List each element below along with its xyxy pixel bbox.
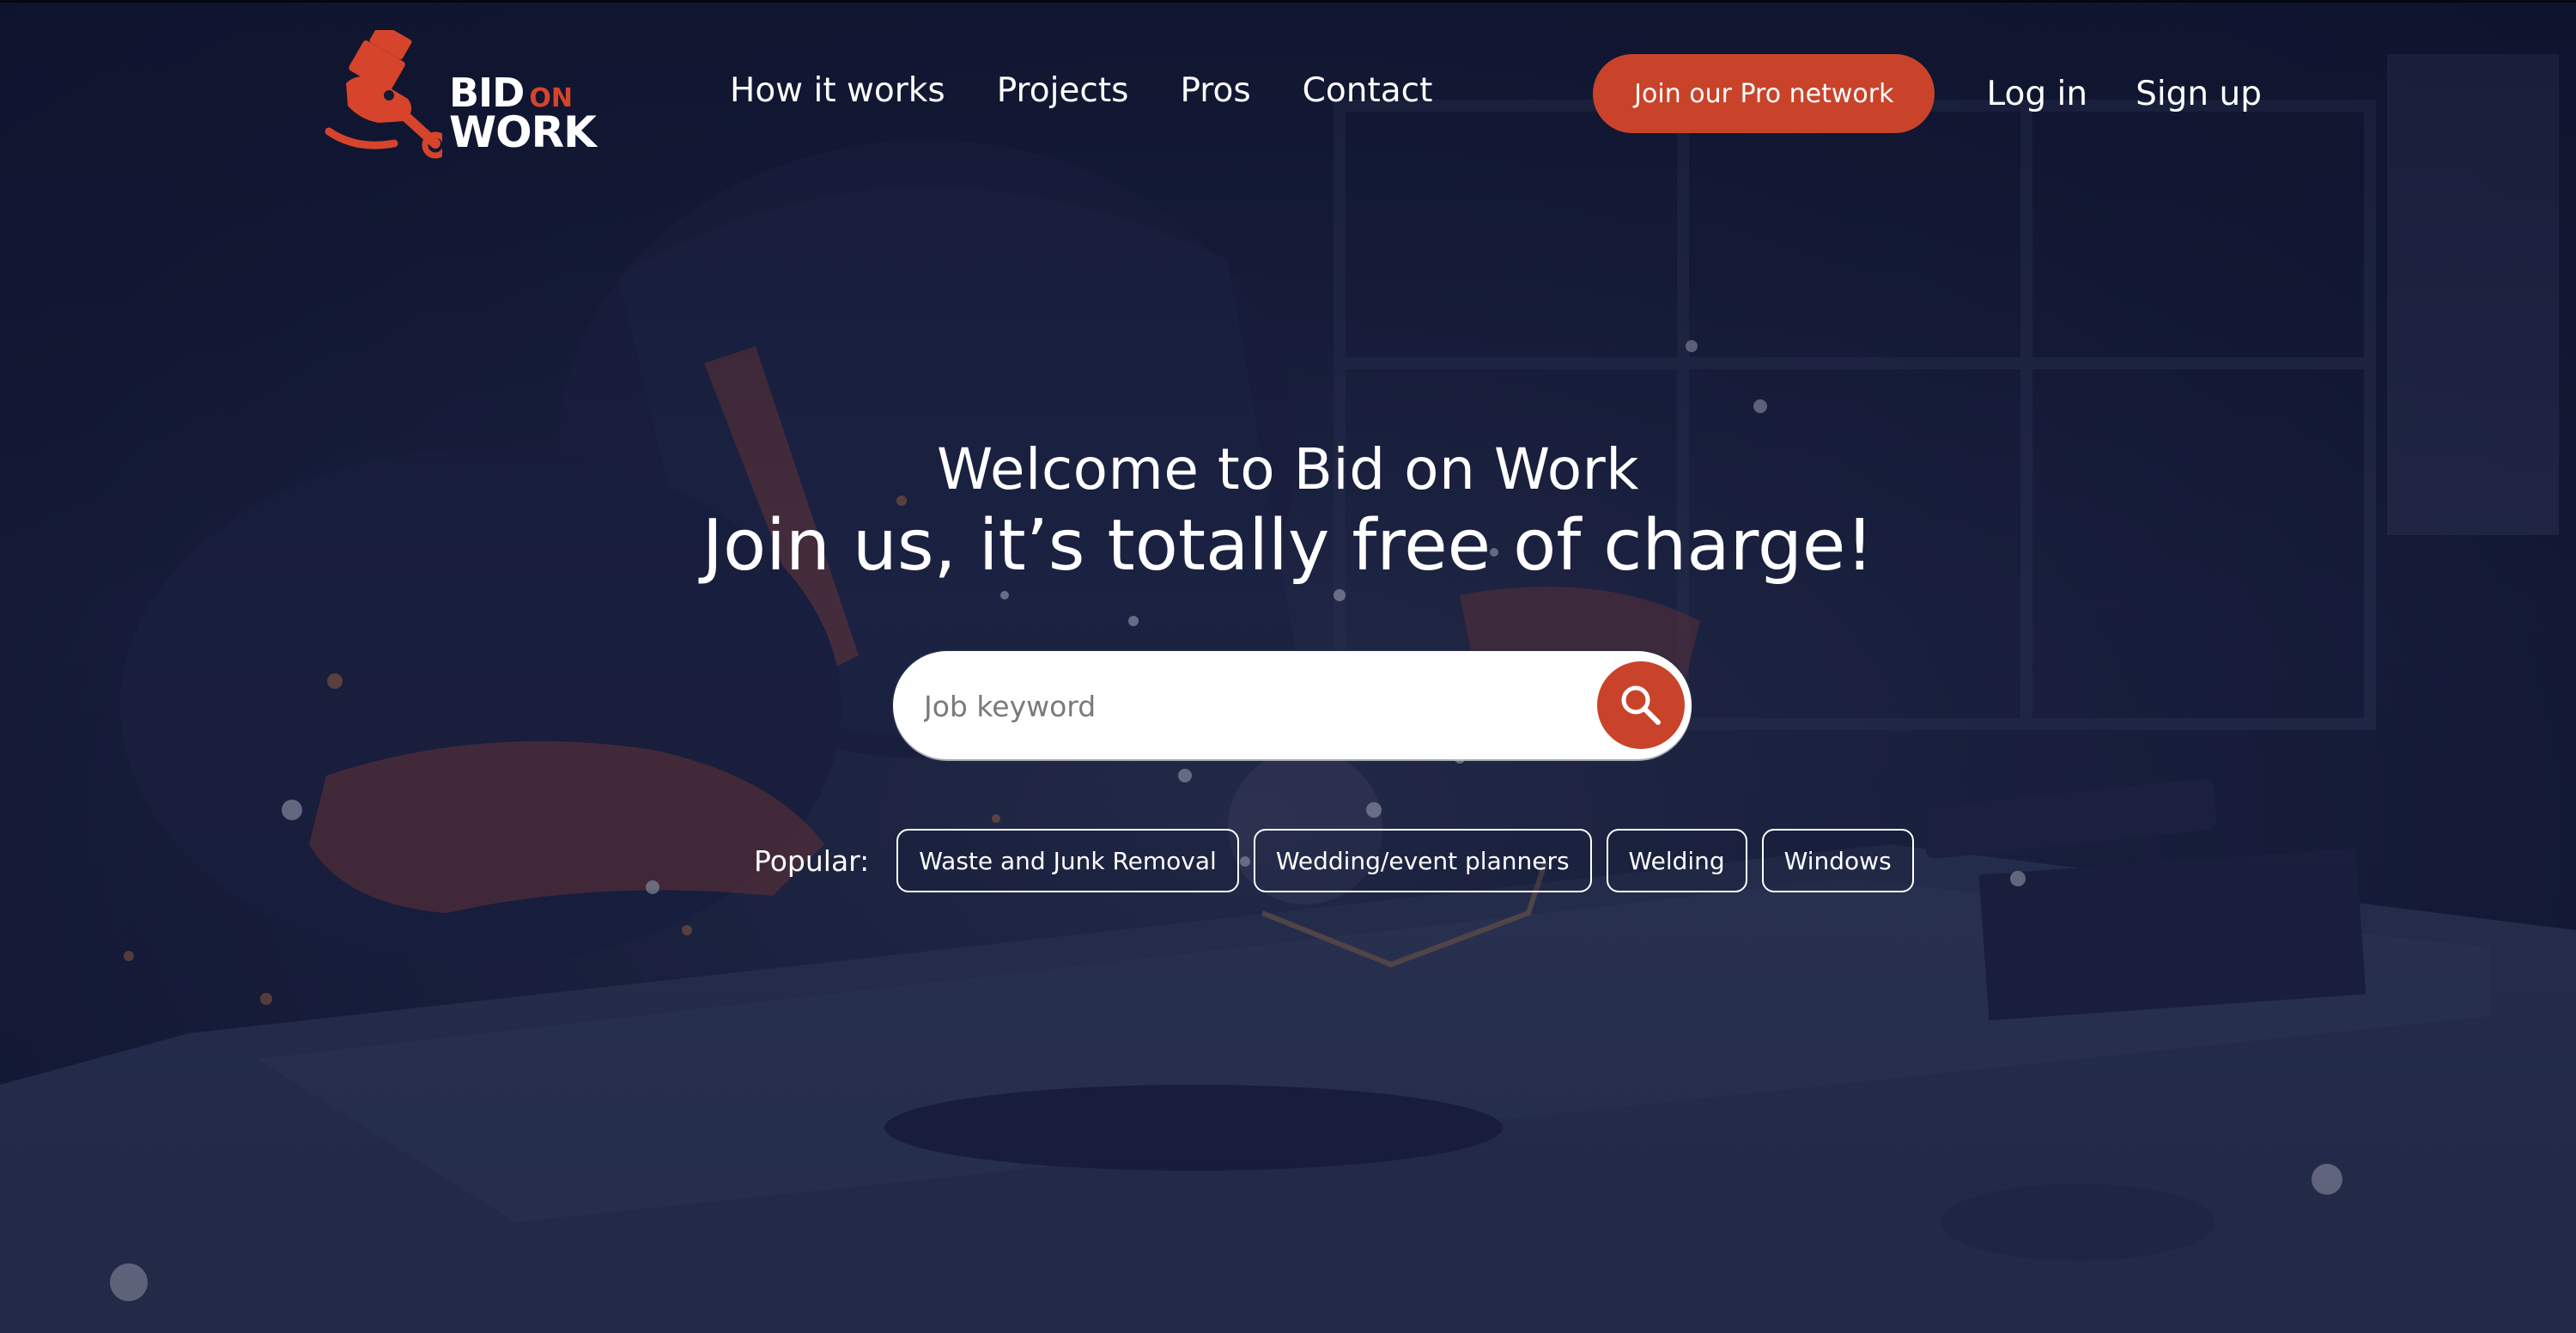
nav-how-it-works[interactable]: How it works — [730, 71, 945, 110]
auth-actions: Join our Pro network Log in Sign up — [1593, 54, 2262, 133]
nav-pros[interactable]: Pros — [1180, 71, 1250, 110]
popular-chip-waste-junk-removal[interactable]: Waste and Junk Removal — [896, 829, 1239, 892]
gavel-hammer-logo-icon — [325, 30, 442, 159]
hero-tagline: Join us, it’s totally free of charge! — [702, 505, 1874, 587]
main-nav: How it works Projects Pros Contact — [730, 71, 1484, 110]
nav-contact[interactable]: Contact — [1303, 71, 1433, 110]
popular-chip-welding[interactable]: Welding — [1606, 829, 1747, 892]
popular-label: Popular: — [754, 843, 870, 878]
nav-projects[interactable]: Projects — [997, 71, 1129, 110]
brand-name-work: WORK — [449, 107, 597, 157]
login-link[interactable]: Log in — [1986, 75, 2087, 113]
landing-page: BID ON WORK How it works Projects Pros Co… — [0, 0, 2576, 1333]
popular-searches: Popular: Waste and Junk Removal Wedding/… — [754, 829, 1929, 892]
job-keyword-input[interactable] — [922, 675, 1578, 737]
join-pro-network-button[interactable]: Join our Pro network — [1593, 54, 1935, 133]
brand-logo[interactable]: BID ON WORK — [322, 30, 605, 159]
site-header: BID ON WORK How it works Projects Pros Co… — [0, 3, 2576, 192]
popular-chip-windows[interactable]: Windows — [1761, 829, 1914, 892]
search-button[interactable] — [1597, 661, 1685, 749]
hero-welcome-heading: Welcome to Bid on Work — [937, 436, 1639, 502]
brand-wordmark: BID ON WORK — [449, 73, 597, 157]
job-search-bar — [893, 651, 1692, 759]
signup-link[interactable]: Sign up — [2136, 75, 2262, 113]
search-icon — [1621, 685, 1661, 725]
popular-chip-wedding-event-planners[interactable]: Wedding/event planners — [1253, 829, 1592, 892]
